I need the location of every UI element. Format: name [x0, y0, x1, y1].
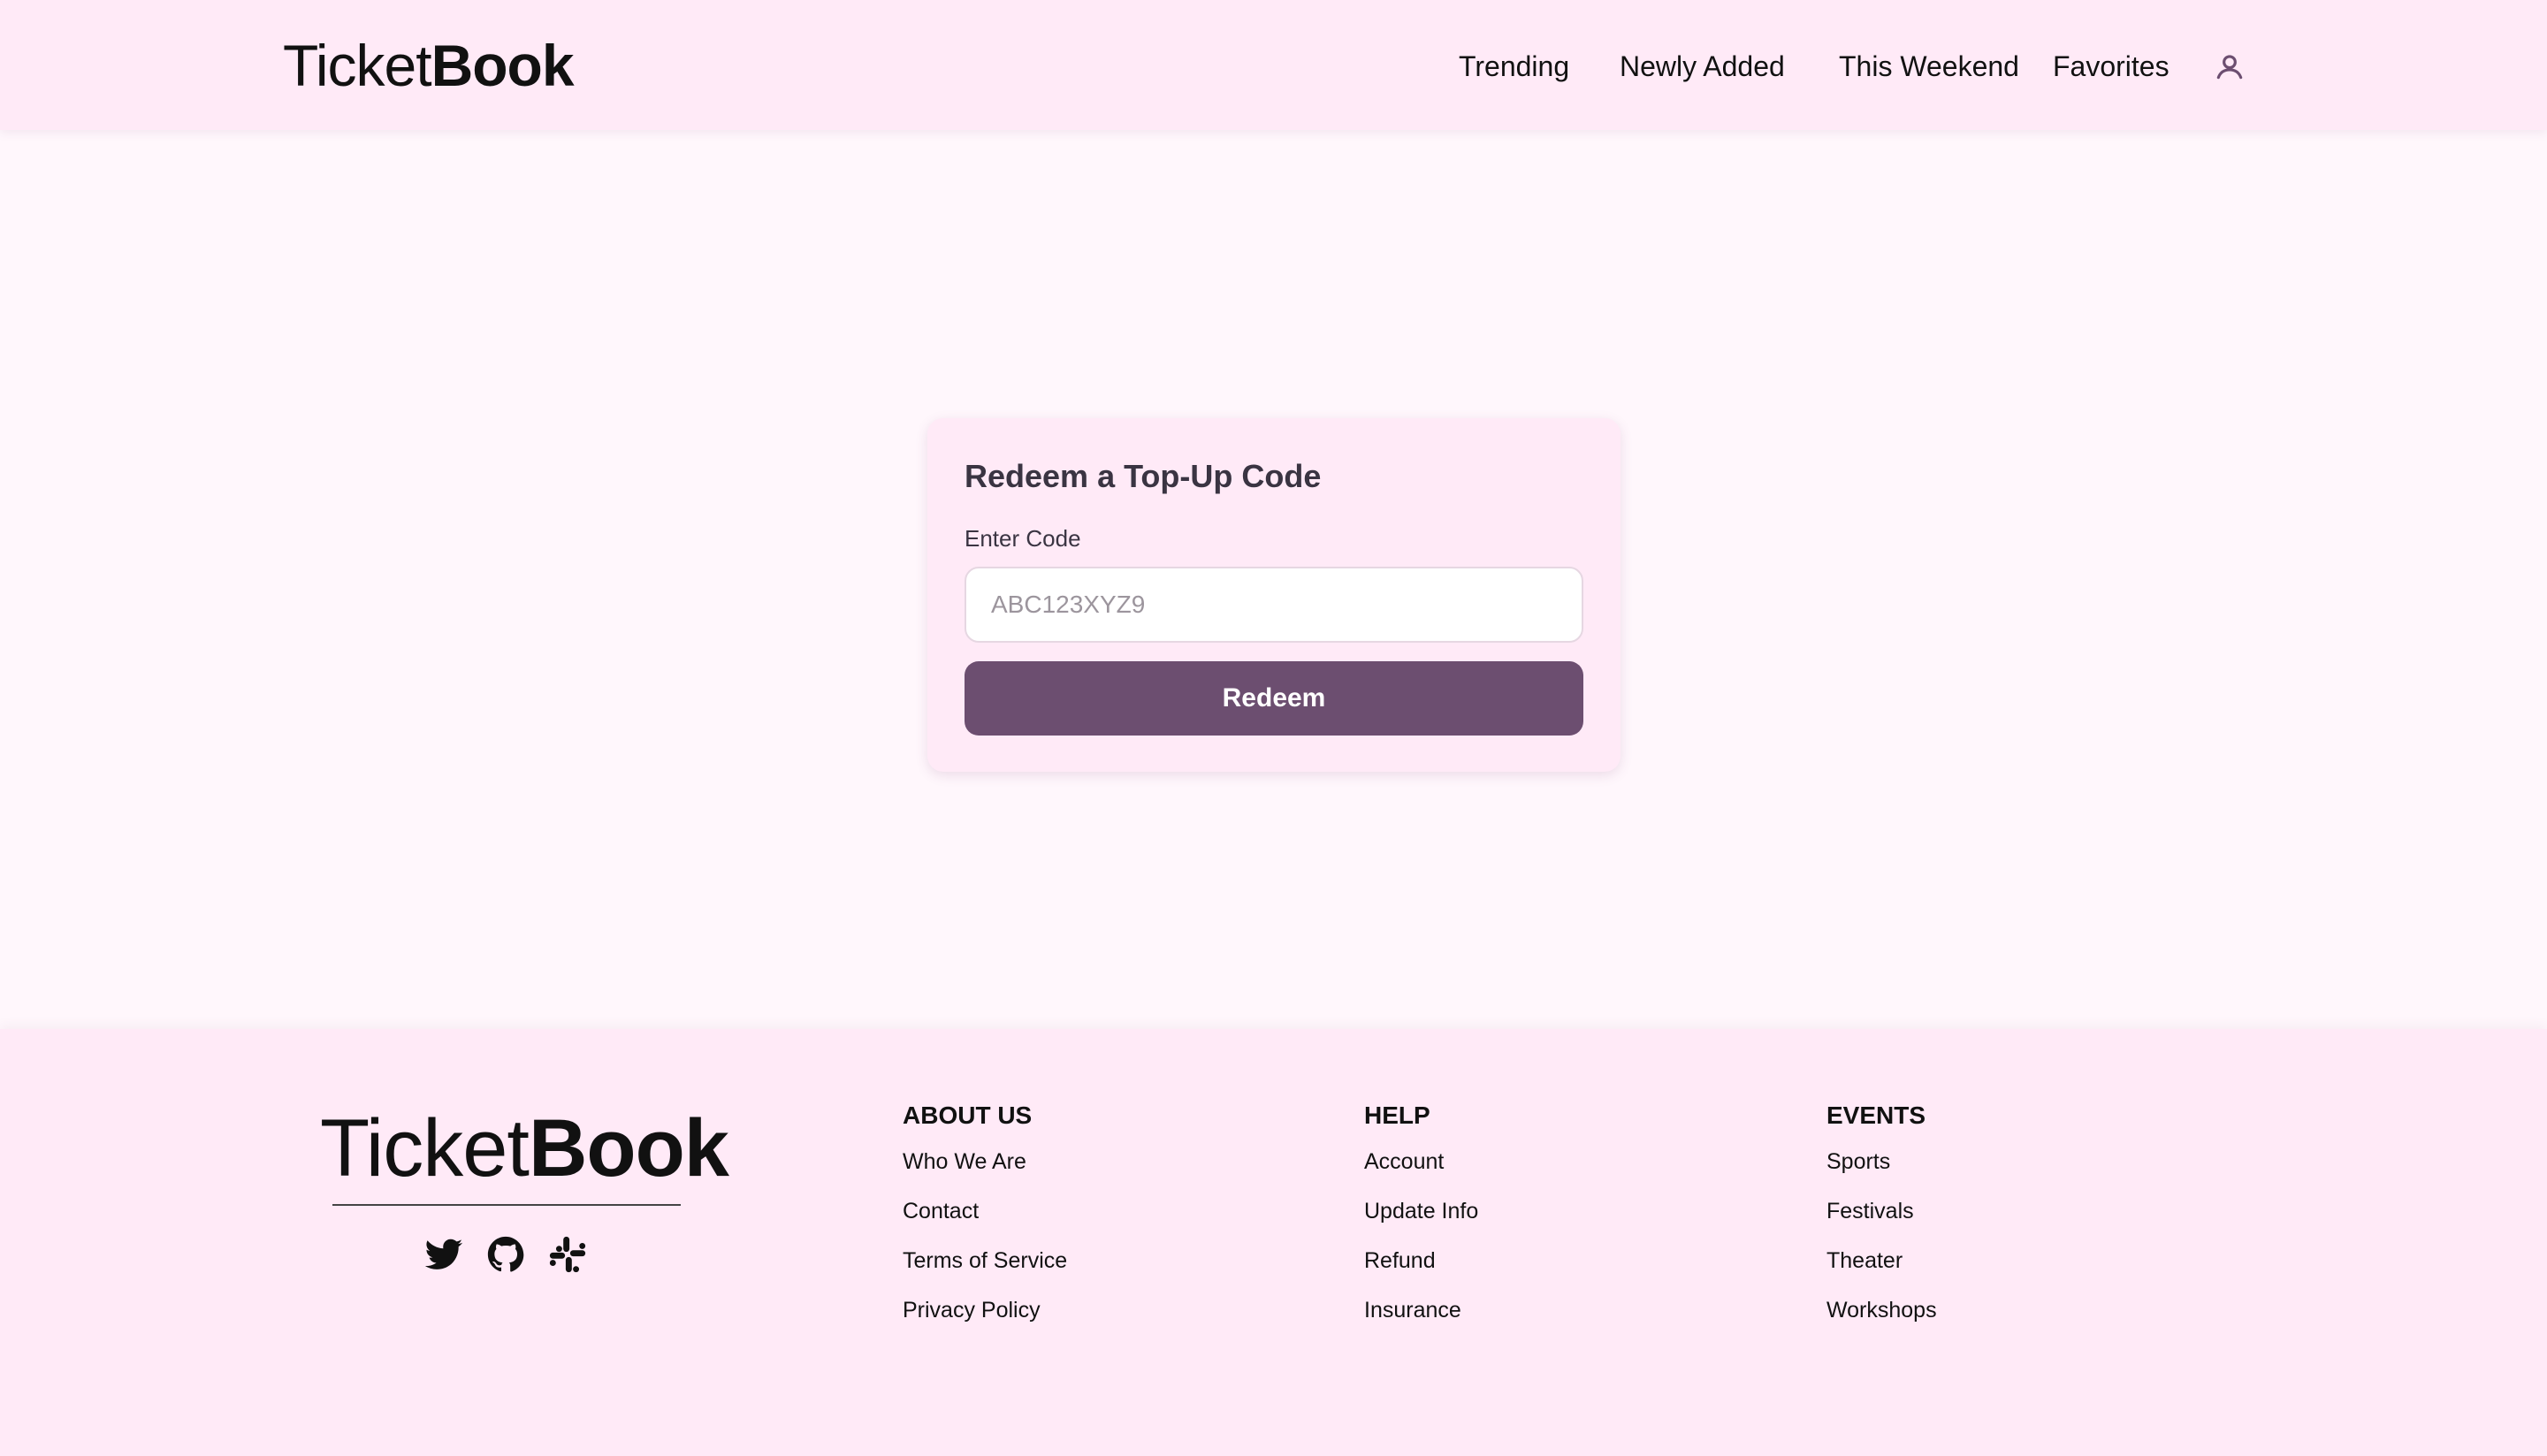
twitter-icon[interactable]: [423, 1234, 464, 1275]
github-icon[interactable]: [485, 1234, 526, 1275]
nav-this-weekend-link[interactable]: This Weekend: [1839, 50, 2019, 82]
code-label: Enter Code: [965, 525, 1081, 552]
footer-heading-events: EVENTS: [1826, 1102, 1926, 1129]
footer-heading-about-us: ABOUT US: [903, 1102, 1033, 1129]
nav-trending[interactable]: Trending: [1459, 42, 1569, 90]
top-navbar: TicketBook Trending Newly Added This Wee…: [0, 0, 2547, 130]
nav-trending-link[interactable]: Trending: [1459, 50, 1569, 82]
footer-link-insurance[interactable]: Insurance: [1364, 1296, 1478, 1324]
footer-link-workshops[interactable]: Workshops: [1826, 1296, 1937, 1324]
footer-link-festivals[interactable]: Festivals: [1826, 1197, 1937, 1225]
footer-link-terms-of-service[interactable]: Terms of Service: [903, 1246, 1067, 1275]
footer-brand-logo[interactable]: TicketBook: [320, 1100, 729, 1197]
nav-newly-added-link[interactable]: Newly Added: [1620, 50, 1785, 82]
footer-heading-help: HELP: [1364, 1102, 1430, 1129]
footer-link-theater[interactable]: Theater: [1826, 1246, 1937, 1275]
footer: TicketBook ABOUT US Who We Are Contact T…: [0, 1029, 2547, 1456]
slack-icon[interactable]: [547, 1234, 588, 1275]
footer-link-who-we-are[interactable]: Who We Are: [903, 1147, 1067, 1176]
redeem-button[interactable]: Redeem: [965, 661, 1583, 736]
footer-column-about-us: ABOUT US Who We Are Contact Terms of Ser…: [903, 1100, 1067, 1345]
footer-brand-light: Ticket: [320, 1103, 530, 1193]
footer-link-sports[interactable]: Sports: [1826, 1147, 1937, 1176]
brand-logo-bold: Book: [431, 33, 575, 98]
brand-logo-light: Ticket: [283, 33, 432, 98]
code-input[interactable]: [965, 567, 1583, 643]
user-icon[interactable]: [2213, 50, 2246, 83]
redeem-title: Redeem a Top-Up Code: [965, 458, 1322, 494]
footer-link-refund[interactable]: Refund: [1364, 1246, 1478, 1275]
nav-favorites-link[interactable]: Favorites: [2053, 50, 2170, 82]
footer-link-contact[interactable]: Contact: [903, 1197, 1067, 1225]
footer-link-privacy-policy[interactable]: Privacy Policy: [903, 1296, 1067, 1324]
footer-link-account[interactable]: Account: [1364, 1147, 1478, 1176]
redeem-card: Redeem a Top-Up Code Enter Code Redeem: [927, 418, 1620, 772]
footer-link-update-info[interactable]: Update Info: [1364, 1197, 1478, 1225]
footer-divider: [332, 1204, 681, 1206]
footer-column-help: HELP Account Update Info Refund Insuranc…: [1364, 1100, 1478, 1345]
footer-column-events: EVENTS Sports Festivals Theater Workshop…: [1826, 1100, 1937, 1345]
nav-favorites[interactable]: Favorites: [2053, 42, 2170, 90]
brand-logo[interactable]: TicketBook: [283, 30, 575, 101]
nav-this-weekend[interactable]: This Weekend: [1839, 42, 2019, 90]
nav-newly-added[interactable]: Newly Added: [1620, 42, 1785, 90]
footer-brand-bold: Book: [528, 1103, 729, 1193]
